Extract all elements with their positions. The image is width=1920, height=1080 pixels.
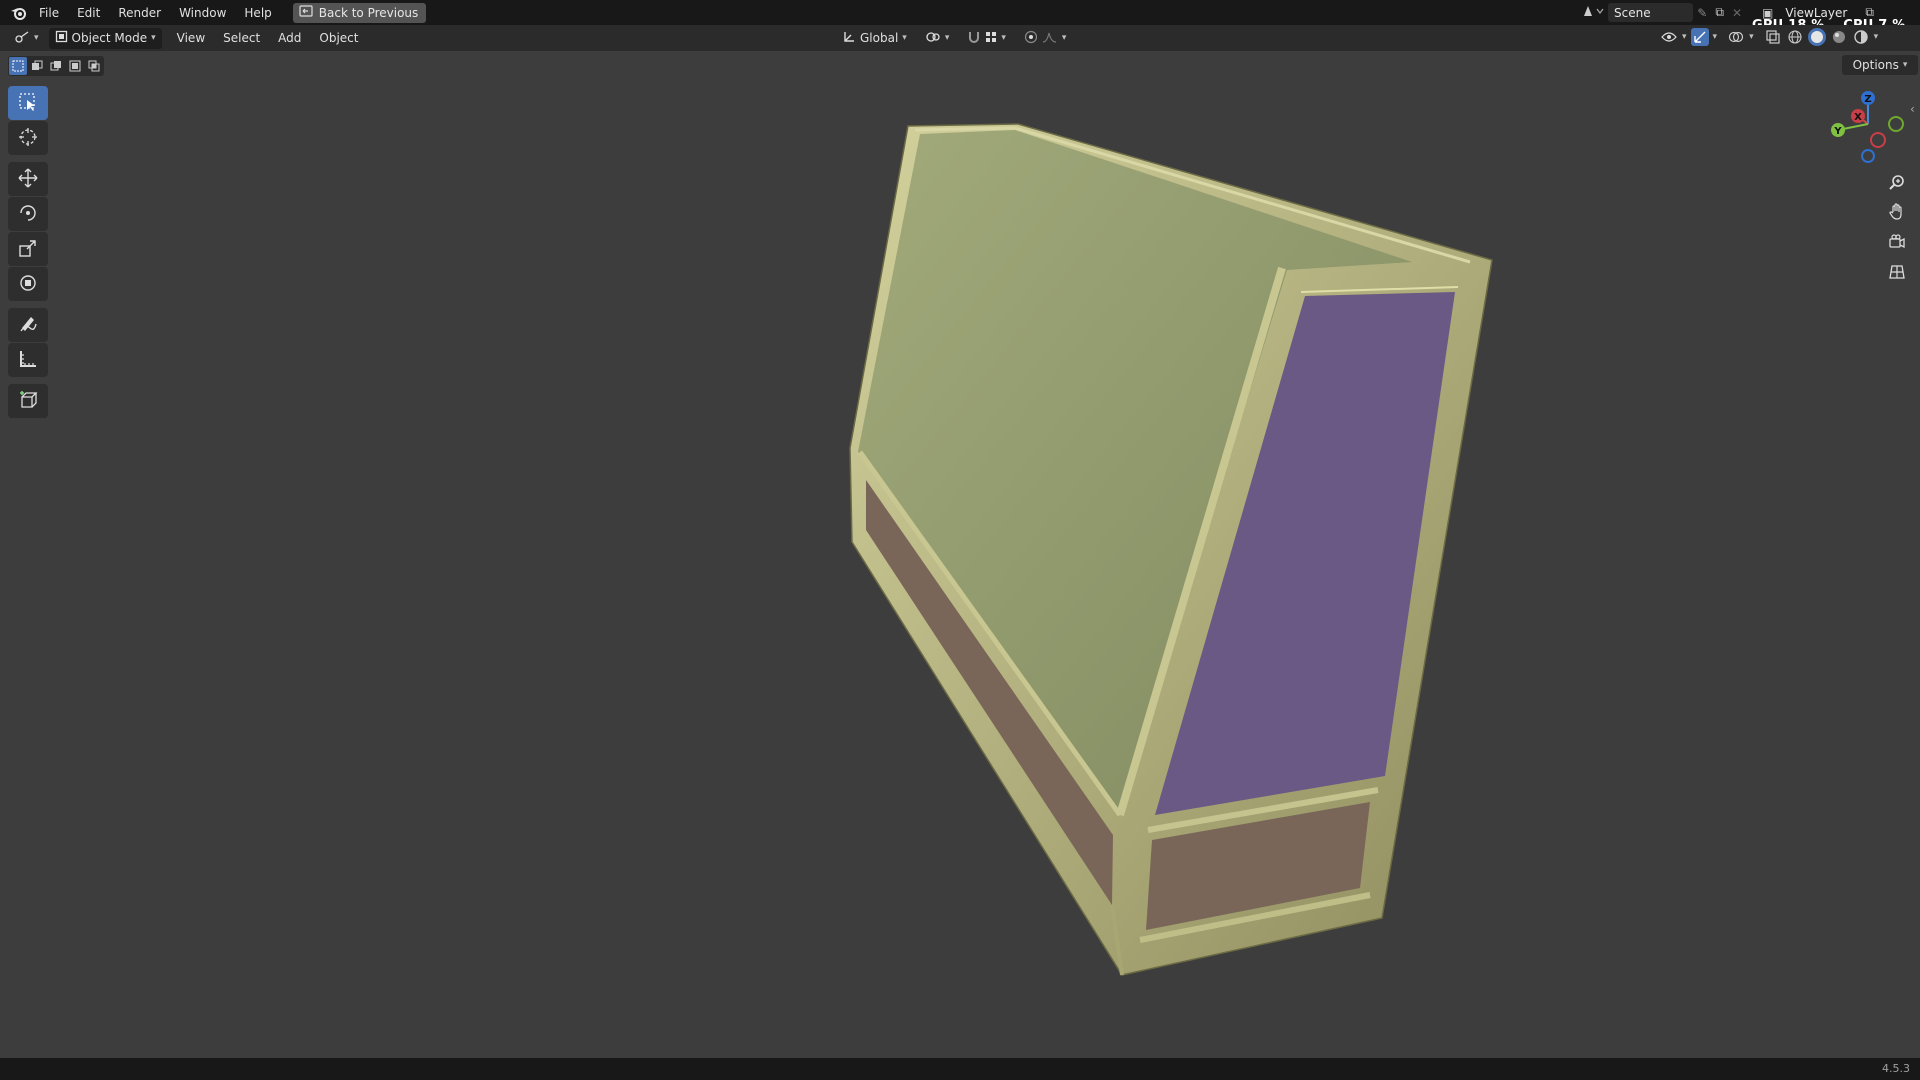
move-tool[interactable] [8,162,48,196]
select-box-tool[interactable] [8,86,48,120]
gizmo-neg-z-axis[interactable] [1861,149,1875,163]
snap-toggle[interactable]: ▾ [961,28,1012,48]
orientation-icon [842,30,856,47]
chevron-down-icon: ▾ [902,33,907,43]
gizmo-neg-x-axis[interactable] [1870,132,1886,148]
scene-icon [1582,4,1604,21]
menu-view[interactable]: View [168,28,214,48]
menu-object[interactable]: Object [310,28,367,48]
gizmo-neg-y-axis[interactable] [1888,116,1904,132]
options-label: Options [1852,58,1899,72]
cursor-tool[interactable] [8,121,48,155]
pivot-dropdown[interactable]: ▾ [919,28,956,48]
cursor-icon [18,127,38,150]
svg-text:X: X [1854,112,1862,123]
status-bar: 4.5.3 [0,1058,1920,1080]
3d-viewport-icon [14,30,30,47]
annotate-tool[interactable] [8,308,48,342]
3d-viewport[interactable] [0,51,1920,1058]
transform-icon [18,273,38,296]
magnet-icon [967,30,981,47]
menu-window[interactable]: Window [170,3,235,23]
tool-shelf [8,86,48,419]
rotate-icon [18,203,38,226]
chevron-down-icon: ▾ [151,33,156,43]
chevron-down-icon[interactable]: ▾ [1713,32,1718,42]
svg-text:Z: Z [1864,94,1871,105]
viewport-display-controls: ▾ ▾ ▾ ▾ [1660,28,1878,46]
rendered-shading-icon[interactable] [1852,28,1870,46]
remove-scene-icon[interactable]: ✕ [1732,6,1742,20]
menu-render[interactable]: Render [109,3,170,23]
zoom-icon[interactable] [1882,167,1912,197]
scene-name-field[interactable]: Scene [1608,3,1694,22]
scale-icon [18,238,38,261]
gizmo-toggle-icon[interactable] [1690,28,1709,46]
chevron-down-icon: ▾ [1061,33,1067,43]
chevron-down-icon: ▾ [1001,33,1006,43]
annotate-icon [18,314,38,337]
new-scene-icon[interactable]: ⧉ [1715,5,1724,20]
options-dropdown[interactable]: Options ▾ [1842,55,1918,75]
chevron-down-icon: ▾ [1902,60,1908,70]
transform-controls: Global ▾ ▾ ▾ ▾ [836,28,1072,48]
add-cube-tool[interactable] [8,384,48,418]
pivot-icon [925,30,941,47]
scene-selector[interactable]: Scene ✎ ⧉ ✕ [1582,3,1742,22]
solid-shading-icon[interactable] [1807,28,1826,46]
wireframe-shading-icon[interactable] [1786,28,1804,46]
navigation-gizmo[interactable]: Z X Y [1822,86,1912,166]
measure-tool[interactable] [8,343,48,377]
back-icon [299,5,313,20]
rotate-tool[interactable] [8,197,48,231]
move-icon [18,168,38,191]
version-label: 4.5.3 [1882,1062,1910,1075]
add-cube-icon [18,390,38,413]
pan-hand-icon[interactable] [1882,197,1912,227]
ruler-icon [18,349,38,372]
chevron-down-icon: ▾ [944,33,950,43]
editor-type-button[interactable]: ▾ [8,28,45,48]
chevron-down-icon: ▾ [34,33,39,43]
scene-name: Scene [1614,5,1651,20]
3d-object-box[interactable] [849,123,1493,976]
menu-file[interactable]: File [30,3,68,23]
mode-dropdown[interactable]: Object Mode ▾ [48,27,162,49]
chevron-down-icon[interactable]: ▾ [1749,32,1754,42]
visibility-icon[interactable] [1660,28,1678,46]
orientation-label: Global [860,31,899,45]
camera-view-icon[interactable] [1882,227,1912,257]
overlays-icon[interactable] [1727,28,1745,46]
pin-icon[interactable]: ✎ [1697,6,1707,20]
chevron-down-icon[interactable]: ▾ [1874,32,1879,42]
xray-toggle-icon[interactable] [1764,28,1782,46]
mode-label: Object Mode [71,31,148,45]
proportional-editing-toggle[interactable]: ▾ [1018,28,1073,48]
snap-grid-icon [985,31,997,46]
object-mode-icon [55,30,68,46]
orientation-dropdown[interactable]: Global ▾ [836,28,913,48]
menu-edit[interactable]: Edit [68,3,109,23]
select-box-icon [18,92,38,115]
proportional-editing-icon [1024,30,1038,47]
falloff-icon [1042,31,1058,46]
back-to-previous-button[interactable]: Back to Previous [292,2,427,23]
svg-text:Y: Y [1833,126,1842,137]
back-to-previous-label: Back to Previous [318,5,419,20]
transform-tool[interactable] [8,267,48,301]
perspective-toggle-icon[interactable] [1882,257,1912,287]
menu-select[interactable]: Select [214,28,269,48]
menu-help[interactable]: Help [235,3,280,23]
chevron-down-icon[interactable]: ▾ [1682,32,1687,42]
material-shading-icon[interactable] [1830,28,1848,46]
scale-tool[interactable] [8,232,48,266]
blender-logo-icon[interactable] [8,2,30,24]
menu-add[interactable]: Add [269,28,310,48]
